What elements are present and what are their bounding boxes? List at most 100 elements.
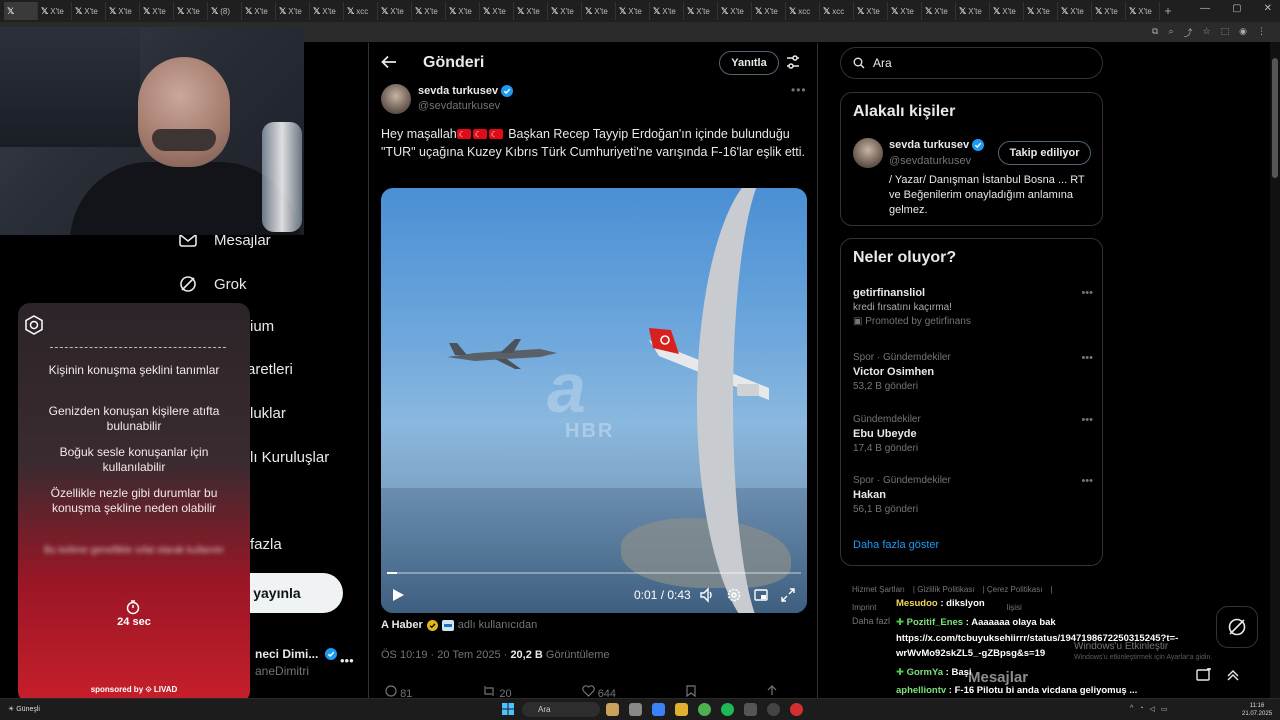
- chat-username[interactable]: Pozitif_Enes: [907, 617, 964, 628]
- browser-tab[interactable]: 𝕏 X'te: [378, 2, 412, 20]
- browser-tab[interactable]: 𝕏 X'te: [446, 2, 480, 20]
- network-icon[interactable]: ◔: [1139, 705, 1143, 713]
- search-input[interactable]: Ara: [873, 56, 892, 70]
- browser-tab[interactable]: 𝕏 X'te: [888, 2, 922, 20]
- footer-link[interactable]: Hizmet Şartları: [852, 585, 905, 594]
- pip-icon[interactable]: [753, 587, 769, 603]
- author-name[interactable]: sevda turkusev: [418, 85, 514, 97]
- chat-username[interactable]: Mesudoo: [896, 598, 938, 609]
- browser-tab[interactable]: 𝕏 X'te: [514, 2, 548, 20]
- reply-button[interactable]: Yanıtla: [719, 51, 779, 75]
- browser-tab[interactable]: 𝕏 X'te: [1092, 2, 1126, 20]
- back-arrow-icon[interactable]: [381, 55, 397, 74]
- zoom-icon[interactable]: ⌕: [1168, 26, 1173, 39]
- footer-link[interactable]: lişisi: [1007, 603, 1022, 612]
- settings-gear-icon[interactable]: [726, 587, 742, 603]
- browser-tab[interactable]: 𝕏 X'te: [718, 2, 752, 20]
- browser-tab[interactable]: 𝕏 X'te: [310, 2, 344, 20]
- nav-item-communities[interactable]: luklar: [250, 405, 286, 422]
- show-more-link[interactable]: Daha fazla göster: [853, 539, 939, 551]
- browser-tab[interactable]: 𝕏 X'te: [140, 2, 174, 20]
- filter-settings-icon[interactable]: [785, 54, 801, 70]
- search-box[interactable]: Ara: [840, 47, 1103, 79]
- taskbar-search[interactable]: Ara: [522, 702, 600, 717]
- following-button[interactable]: Takip ediliyor: [998, 141, 1091, 165]
- footer-link[interactable]: Imprint: [852, 603, 876, 612]
- expand-up-icon[interactable]: [1226, 668, 1240, 682]
- minimize-icon[interactable]: —: [1200, 3, 1210, 14]
- play-icon[interactable]: [391, 588, 405, 602]
- browser-tab[interactable]: 𝕏xcc: [820, 2, 854, 20]
- footer-link[interactable]: Çerez Politikası: [987, 585, 1043, 594]
- footer-link[interactable]: Gizlilik Politikası: [917, 585, 974, 594]
- battery-icon[interactable]: ▭: [1161, 705, 1168, 713]
- new-message-icon[interactable]: [1196, 668, 1212, 682]
- scrollbar-thumb[interactable]: [1272, 58, 1278, 178]
- account-name[interactable]: neci Dimi...: [255, 647, 337, 661]
- browser-tab[interactable]: 𝕏 (8): [208, 2, 242, 20]
- browser-tab[interactable]: 𝕏 X'te: [990, 2, 1024, 20]
- nav-item-more[interactable]: fazla: [250, 536, 282, 553]
- task-view-icon[interactable]: [629, 703, 642, 716]
- author-avatar[interactable]: [381, 84, 411, 114]
- trend-item[interactable]: Gündemdekiler Ebu Ubeyde 17,4 B gönderi …: [853, 414, 1093, 454]
- browser-tab[interactable]: 𝕏 X'te: [650, 2, 684, 20]
- video-progress-bar[interactable]: [387, 572, 801, 574]
- windows-start-icon[interactable]: [502, 703, 514, 715]
- file-explorer-icon[interactable]: [606, 703, 619, 716]
- folder-icon[interactable]: [675, 703, 688, 716]
- video-player[interactable]: a HBR 0:01 / 0:43: [381, 188, 807, 613]
- browser-tab[interactable]: 𝕏 X'te: [242, 2, 276, 20]
- browser-tab[interactable]: 𝕏 X'te: [412, 2, 446, 20]
- browser-tab[interactable]: 𝕏 X'te: [1058, 2, 1092, 20]
- browser-tab[interactable]: 𝕏 X'te: [684, 2, 718, 20]
- nav-item-verified-orgs[interactable]: lı Kuruluşlar: [250, 449, 329, 466]
- extensions-icon[interactable]: ⬚: [1221, 26, 1230, 39]
- post-timestamp[interactable]: ÖS 10:19 · 20 Tem 2025 ·: [381, 649, 510, 661]
- browser-tab[interactable]: 𝕏 X'te: [72, 2, 106, 20]
- trend-more-icon[interactable]: •••: [1081, 352, 1093, 364]
- profile-icon[interactable]: ◉: [1239, 26, 1247, 39]
- taskbar-clock[interactable]: 11:16 21.07.2025: [1242, 702, 1272, 718]
- store-icon[interactable]: [652, 703, 665, 716]
- browser-tab[interactable]: 𝕏 X'te: [582, 2, 616, 20]
- relevant-person-name[interactable]: sevda turkusev: [889, 139, 985, 151]
- video-source[interactable]: A Haber adlı kullanıcıdan: [381, 619, 537, 631]
- browser-tab[interactable]: 𝕏 X'te: [548, 2, 582, 20]
- browser-tab[interactable]: 𝕏xcc: [344, 2, 378, 20]
- browser-tab[interactable]: 𝕏 X'te: [1024, 2, 1058, 20]
- bookmark-star-icon[interactable]: ☆: [1203, 26, 1211, 39]
- taskbar-weather[interactable]: ☀ Güneşli: [8, 705, 40, 713]
- trend-more-icon[interactable]: •••: [1081, 475, 1093, 487]
- speaker-icon[interactable]: ◁: [1150, 705, 1155, 713]
- browser-tab[interactable]: 𝕏 X'te: [854, 2, 888, 20]
- nav-item-bookmarks[interactable]: aretleri: [247, 361, 293, 378]
- spotify-icon[interactable]: [721, 703, 734, 716]
- app-icon[interactable]: [790, 703, 803, 716]
- page-scrollbar[interactable]: [1270, 42, 1280, 698]
- trend-item[interactable]: getirfinansliol kredi fırsatını kaçırma!…: [853, 287, 1093, 327]
- grok-floating-button[interactable]: [1216, 606, 1258, 648]
- browser-tab[interactable]: 𝕏 X'te: [922, 2, 956, 20]
- trend-more-icon[interactable]: •••: [1081, 414, 1093, 426]
- browser-tab[interactable]: 𝕏 X'te: [38, 2, 72, 20]
- browser-tab[interactable]: 𝕏xcc: [786, 2, 820, 20]
- browser-tab[interactable]: 𝕏: [4, 2, 38, 20]
- browser-tab[interactable]: 𝕏 X'te: [276, 2, 310, 20]
- nav-item-grok[interactable]: Grok: [178, 274, 247, 294]
- browser-tab[interactable]: 𝕏 X'te: [480, 2, 514, 20]
- browser-tab[interactable]: 𝕏 X'te: [752, 2, 786, 20]
- browser-tab[interactable]: 𝕏 X'te: [106, 2, 140, 20]
- new-tab-button[interactable]: +: [1160, 4, 1176, 18]
- chat-username[interactable]: aphelliontv: [896, 685, 946, 696]
- author-handle[interactable]: @sevdaturkusev: [418, 100, 500, 112]
- trend-more-icon[interactable]: •••: [1081, 287, 1093, 299]
- volume-icon[interactable]: [699, 587, 715, 603]
- account-more-icon[interactable]: •••: [340, 653, 354, 668]
- browser-tab[interactable]: 𝕏 X'te: [956, 2, 990, 20]
- nav-item-premium[interactable]: ium: [250, 318, 274, 335]
- relevant-person-avatar[interactable]: [853, 138, 883, 168]
- browser-tab[interactable]: 𝕏 X'te: [1126, 2, 1160, 20]
- tray-chevron-icon[interactable]: ^: [1130, 705, 1133, 713]
- browser-tab[interactable]: 𝕏 X'te: [174, 2, 208, 20]
